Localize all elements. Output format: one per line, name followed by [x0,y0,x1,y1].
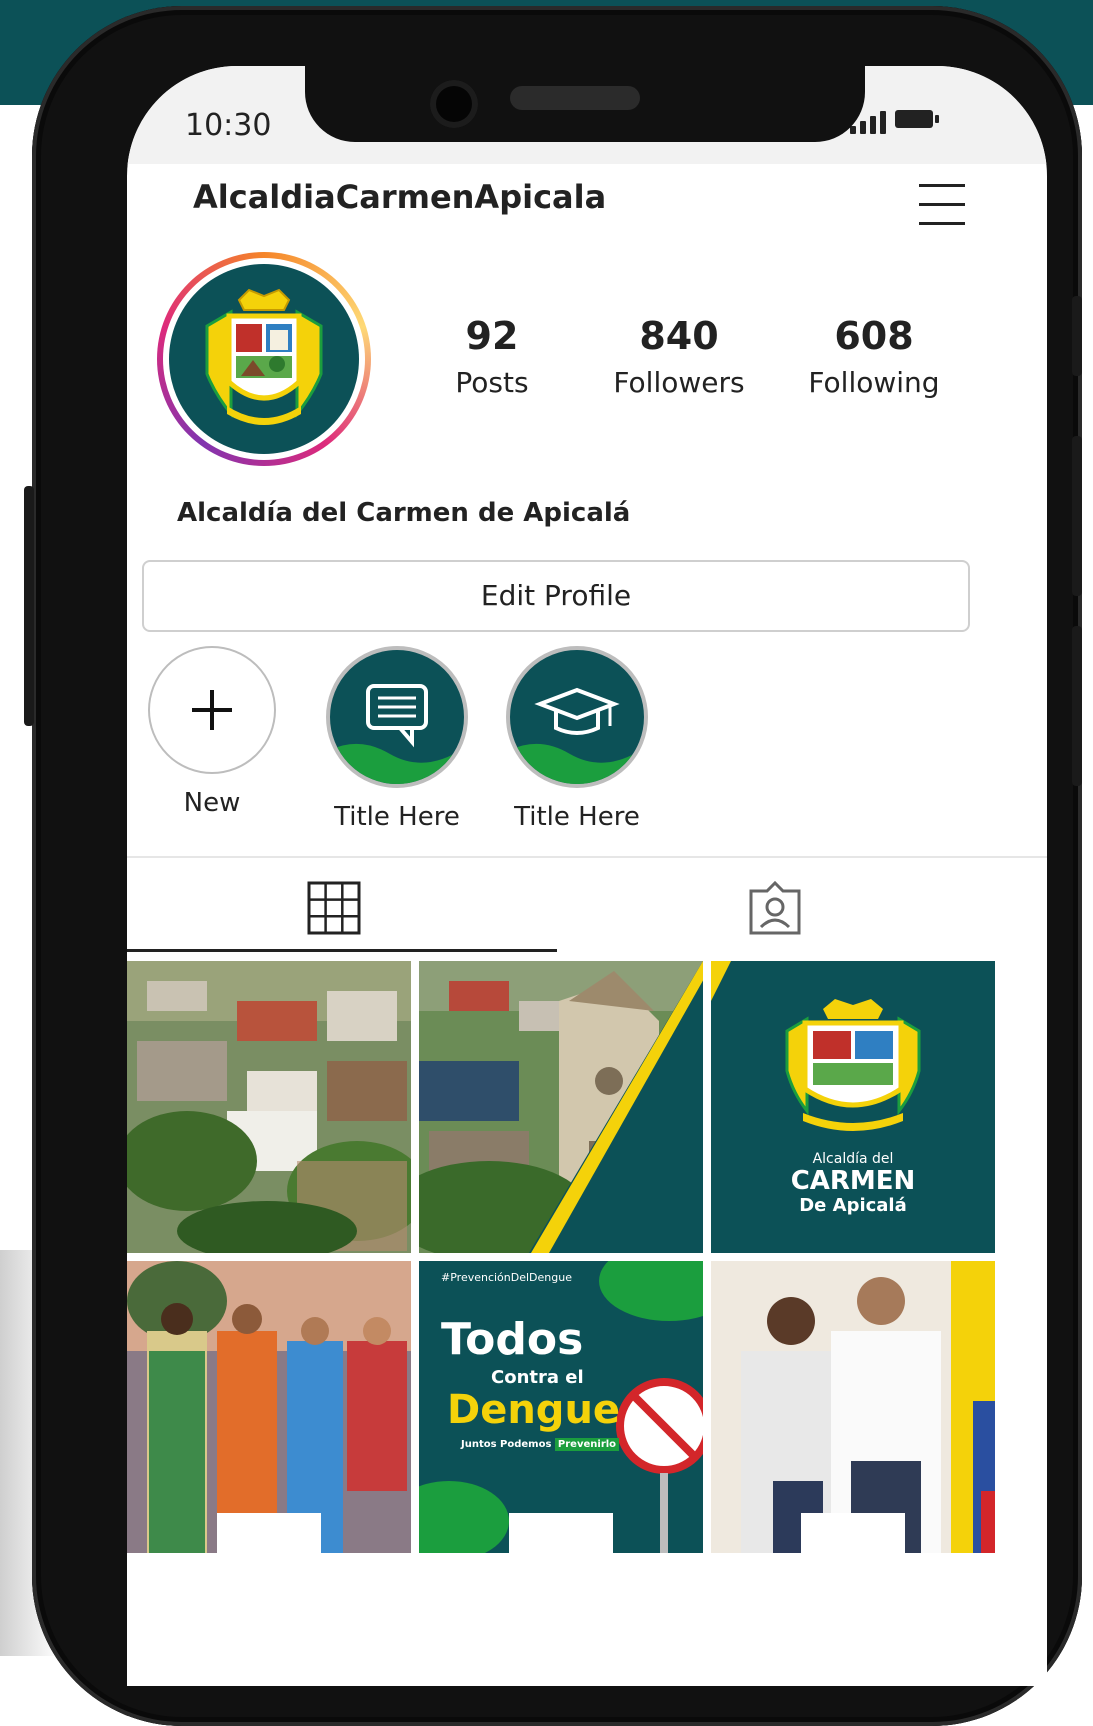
post-thumbnail[interactable] [711,1261,995,1553]
stat-label: Posts [455,366,529,399]
profile-username: AlcaldiaCarmenApicala [193,178,607,216]
campaign-title: Dengue [447,1387,621,1433]
edit-profile-button[interactable]: Edit Profile [142,560,970,632]
battery-icon [895,110,939,128]
avatar [163,258,365,460]
avatar-story-ring[interactable] [157,252,371,466]
highlight-new[interactable]: New [137,646,287,818]
plus-icon [148,646,276,774]
coat-of-arms-logo [169,264,359,454]
chat-icon [326,646,468,788]
stat-value: 92 [465,314,519,358]
slogan-highlight: Prevenirlo [554,1438,620,1451]
stat-following[interactable]: 608 Following [789,314,959,399]
highlight-label: New [183,788,241,818]
brand-text: Alcaldía del CARMEN De Apicalá [711,1151,995,1216]
phone-side-button [1072,626,1082,786]
post-thumbnail[interactable] [127,961,411,1253]
phone-side-button [1072,436,1082,596]
divider [127,856,1047,858]
phone-screen: 10:30 4G AlcaldiaCarmenApicala [127,66,1047,1686]
post-thumbnail[interactable]: #PrevenciónDelDengue Todos Contra el Den… [419,1261,703,1553]
status-time: 10:30 [185,108,272,143]
hamburger-menu-icon[interactable] [919,184,965,226]
stat-label: Following [808,366,940,399]
brand-line: Alcaldía del [812,1151,894,1167]
post-thumbnail[interactable]: Alcaldía del CARMEN De Apicalá [711,961,995,1253]
slogan-text: Juntos Podemos [461,1439,552,1450]
speaker-grille [510,86,640,110]
highlight-label: Title Here [514,802,640,832]
brand-line: De Apicalá [799,1195,907,1216]
phone-frame: 10:30 4G AlcaldiaCarmenApicala [24,6,1082,1726]
stat-posts[interactable]: 92 Posts [407,314,577,399]
camera-icon [430,80,478,128]
campaign-title: Todos [441,1314,584,1365]
phone-side-button [1072,296,1082,376]
campaign-title: Contra el [491,1367,584,1388]
highlight-label: Title Here [334,802,460,832]
post-thumbnail[interactable] [419,961,703,1253]
stat-label: Followers [613,366,745,399]
brand-line: CARMEN [790,1166,916,1196]
active-tab-indicator [127,949,557,952]
stat-value: 840 [639,314,719,358]
campaign-slogan: Juntos Podemos Prevenirlo [461,1438,620,1451]
stat-followers[interactable]: 840 Followers [594,314,764,399]
highlight-item[interactable]: Title Here [502,646,652,832]
stat-value: 608 [834,314,914,358]
campaign-hashtag: #PrevenciónDelDengue [441,1271,572,1284]
tagged-user-icon[interactable] [747,880,803,937]
graduation-cap-icon [506,646,648,788]
grid-icon[interactable] [307,881,361,935]
phone-notch [305,66,865,142]
profile-full-name: Alcaldía del Carmen de Apicalá [177,498,631,528]
post-thumbnail[interactable] [127,1261,411,1553]
highlight-item[interactable]: Title Here [322,646,472,832]
phone-side-button [24,486,34,726]
